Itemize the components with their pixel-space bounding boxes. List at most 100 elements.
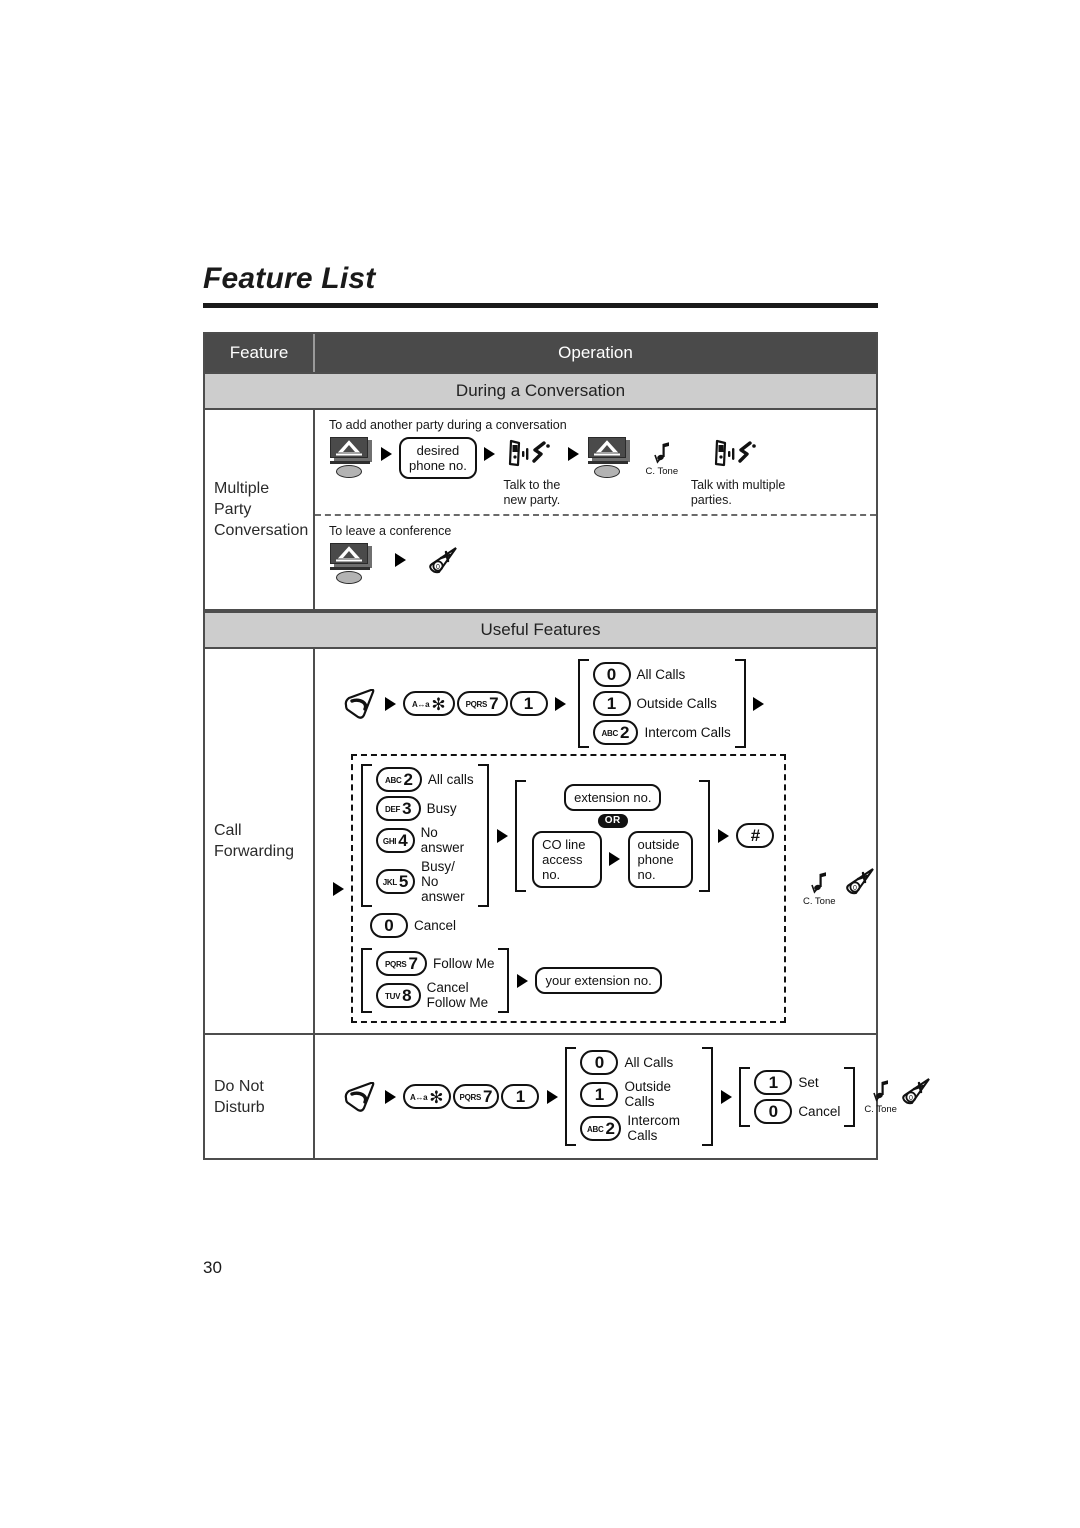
- key-0[interactable]: 0: [370, 913, 408, 938]
- step-talk-new-party: Talk to the new party.: [503, 437, 561, 508]
- sub-operation-add-party: To add another party during a conversati…: [315, 410, 876, 514]
- key-value: 4: [398, 830, 408, 850]
- or-badge: OR: [597, 813, 628, 828]
- list-item[interactable]: 1 Outside Calls: [580, 1079, 698, 1109]
- sub-operation-caption: To add another party during a conversati…: [329, 418, 567, 432]
- confirmation-tone-icon: [872, 1079, 888, 1102]
- svg-text:0: 0: [853, 885, 857, 892]
- key-group-call-type: 0 All Calls 1 Outside Calls ABC 2 Interc…: [565, 1047, 714, 1146]
- box-outside-phone-no: outside phone no.: [627, 830, 694, 888]
- step-flash-button: [329, 437, 373, 481]
- arrow-right-icon: [713, 1080, 739, 1114]
- key-8[interactable]: TUV 8: [376, 982, 421, 1008]
- key-value: 1: [594, 1084, 605, 1104]
- list-item[interactable]: 0 All Calls: [592, 662, 731, 687]
- table-row: Call Forwarding A↔a ✻ PQRS 7 1 0 All Cal…: [205, 649, 876, 1035]
- confirmation-tone-group: C. Tone: [796, 871, 842, 907]
- list-item[interactable]: 0 Cancel: [754, 1098, 840, 1124]
- key-value: 0: [768, 1101, 779, 1121]
- tone-label: C. Tone: [802, 895, 836, 907]
- list-item[interactable]: GHI 4 No answer: [376, 825, 474, 855]
- key-value: 2: [605, 1118, 615, 1138]
- key-1[interactable]: 1: [501, 1084, 540, 1109]
- hangup-power-off-button-icon: 0: [846, 867, 874, 894]
- operation-cell-do-not-disturb: A↔a ✻ PQRS 7 1 0 All Calls 1 Outside Cal…: [315, 1035, 932, 1158]
- step-flow: 0: [329, 543, 876, 587]
- hangup-power-off-button-icon: 0: [429, 547, 457, 574]
- key-star[interactable]: A↔a ✻: [403, 691, 455, 716]
- key-value: 7: [483, 1087, 493, 1106]
- key-value: 1: [768, 1072, 779, 1092]
- key-value: 3: [402, 799, 412, 818]
- list-item[interactable]: PQRS 7 Follow Me: [376, 951, 494, 976]
- key-1[interactable]: 1: [509, 691, 548, 716]
- feature-label-do-not-disturb: Do Not Disturb: [205, 1035, 315, 1158]
- step-desired-phone-no: desired phone no.: [399, 437, 477, 479]
- list-item[interactable]: TUV 8 Cancel Follow Me: [376, 980, 494, 1010]
- key-prefix: A↔a: [409, 1093, 428, 1102]
- step-flow: A↔a ✻ PQRS 7 1 0 All Calls 1 Outside Cal…: [315, 1035, 932, 1158]
- key-2[interactable]: ABC 2: [376, 767, 422, 792]
- feature-label-call-forwarding: Call Forwarding: [205, 649, 315, 1033]
- arrow-right-icon: [746, 687, 772, 721]
- list-item[interactable]: ABC 2 Intercom Calls: [580, 1113, 698, 1143]
- key-2[interactable]: ABC 2: [592, 720, 639, 745]
- key-prefix: ABC: [385, 776, 402, 785]
- key-value: ✻: [429, 1088, 444, 1107]
- list-item-label: Cancel: [414, 918, 457, 933]
- list-item[interactable]: JKL 5 Busy/ No answer: [376, 859, 474, 904]
- box-co-line-access-no: CO line access no.: [532, 830, 602, 888]
- list-item[interactable]: 0 All Calls: [580, 1050, 698, 1075]
- key-2[interactable]: ABC 2: [580, 1115, 622, 1141]
- key-7[interactable]: PQRS 7: [456, 691, 508, 716]
- step-flash-button-3: [329, 543, 373, 587]
- key-4[interactable]: GHI 4: [376, 827, 415, 853]
- table-row: Do Not Disturb A↔a ✻ PQRS 7 1 0 All Call…: [205, 1035, 930, 1158]
- box-extension-no: extension no.: [564, 783, 662, 811]
- list-item[interactable]: ABC 2 All calls: [376, 767, 474, 792]
- key-1[interactable]: 1: [580, 1081, 619, 1107]
- arrow-right-icon: [373, 437, 399, 471]
- list-item-label: No answer: [420, 825, 465, 855]
- call-forwarding-options-group: ABC 2 All calls DEF 3 Busy GHI 4 No answ…: [351, 754, 787, 1023]
- key-value: 2: [619, 723, 630, 742]
- flash-transfer-button-icon: [587, 437, 631, 481]
- key-hash[interactable]: #: [736, 823, 775, 848]
- key-prefix: TUV: [385, 991, 401, 1001]
- key-5[interactable]: JKL 5: [376, 869, 416, 894]
- list-item-label: Intercom Calls: [627, 1113, 680, 1143]
- list-item[interactable]: DEF 3 Busy: [376, 796, 474, 821]
- tone-label: C. Tone: [645, 466, 679, 477]
- section-band-during-conversation: During a Conversation: [205, 372, 876, 410]
- list-item-label: Outside Calls: [624, 1079, 672, 1109]
- list-item-cancel[interactable]: 0 Cancel: [370, 913, 774, 938]
- key-0[interactable]: 0: [592, 662, 631, 687]
- list-item-label: Intercom Calls: [644, 725, 731, 740]
- key-0[interactable]: 0: [754, 1098, 793, 1124]
- section-band-useful-features: Useful Features: [205, 611, 876, 649]
- table-header-row: Feature Operation: [205, 334, 876, 372]
- key-3[interactable]: DEF 3: [376, 796, 421, 821]
- list-item[interactable]: 1 Set: [754, 1069, 840, 1095]
- key-7[interactable]: PQRS 7: [376, 951, 427, 976]
- key-1[interactable]: 1: [754, 1069, 793, 1095]
- key-0[interactable]: 0: [580, 1050, 619, 1075]
- arrow-right-icon: [509, 964, 535, 998]
- key-value: ✻: [431, 695, 446, 714]
- list-item[interactable]: 1 Outside Calls: [592, 691, 731, 716]
- key-prefix: GHI: [382, 836, 397, 846]
- key-1[interactable]: 1: [592, 691, 631, 716]
- key-group-follow-me: PQRS 7 Follow Me TUV 8 Cancel Follow Me: [361, 948, 510, 1013]
- key-star[interactable]: A↔a ✻: [403, 1084, 451, 1109]
- hangup-power-off-button-icon: 0: [902, 1077, 930, 1104]
- list-item[interactable]: ABC 2 Intercom Calls: [592, 720, 731, 745]
- key-prefix: A↔a: [412, 700, 430, 709]
- arrow-right-icon: [602, 842, 628, 876]
- arrow-right-icon: [710, 819, 736, 853]
- flash-transfer-button-icon: [329, 437, 373, 481]
- operation-cell-multiple-party: To add another party during a conversati…: [315, 410, 876, 609]
- key-7[interactable]: PQRS 7: [452, 1084, 500, 1109]
- page-title: Feature List: [203, 262, 376, 295]
- operation-cell-call-forwarding: A↔a ✻ PQRS 7 1 0 All Calls 1 Outside Cal…: [315, 649, 876, 1033]
- talk-handset-button-icon: [344, 688, 375, 719]
